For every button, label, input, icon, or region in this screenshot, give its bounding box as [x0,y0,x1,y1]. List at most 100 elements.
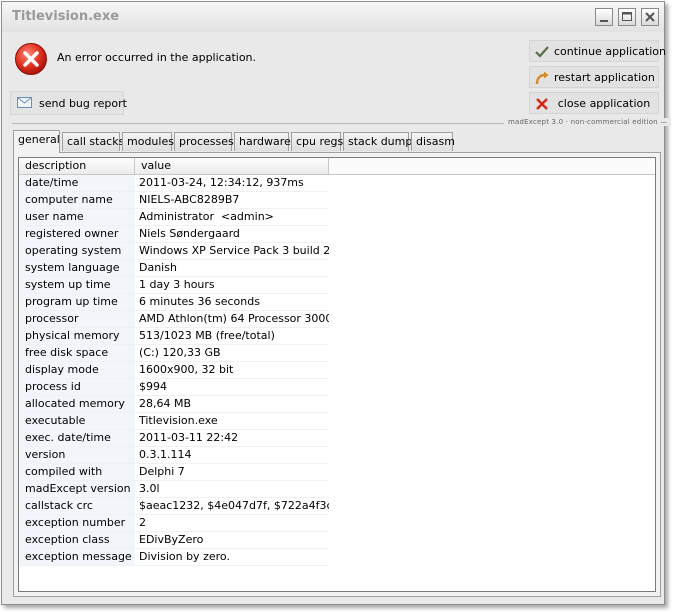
list-item[interactable]: exception number 2 [19,515,329,532]
row-value: Division by zero. [139,550,230,563]
close-application-button[interactable]: close application [529,92,659,114]
maximize-icon [622,12,632,21]
error-dialog: Titlevision.exe An error occurred in the… [1,1,672,605]
row-description: display mode [19,362,135,378]
send-bug-report-label: send bug report [39,97,127,110]
list-item[interactable]: free disk space (C:) 120,33 GB [19,345,329,362]
row-value: Delphi 7 [139,465,185,478]
list-item[interactable]: callstack crc $aeac1232, $4e047d7f, $722a… [19,498,329,515]
list-item[interactable]: processor AMD Athlon(tm) 64 Processor 300… [19,311,329,328]
row-description: operating system [19,243,135,259]
header-filler [329,158,655,175]
row-description: free disk space [19,345,135,361]
list-item[interactable]: operating system Windows XP Service Pack … [19,243,329,260]
list-item[interactable]: version 0.3.1.114 [19,447,329,464]
list-item[interactable]: system language Danish [19,260,329,277]
restart-arrow-icon [535,71,549,85]
close-window-button[interactable] [641,8,659,26]
list-item[interactable]: display mode 1600x900, 32 bit [19,362,329,379]
envelope-icon [17,97,32,108]
row-description: exception class [19,532,135,548]
list-item[interactable]: executable Titlevision.exe [19,413,329,430]
tab-processes[interactable]: processes [174,132,234,151]
red-x-icon [536,98,548,110]
row-value: 513/1023 MB (free/total) [139,329,275,342]
row-description: exception number [19,515,135,531]
list-item[interactable]: allocated memory 28,64 MB [19,396,329,413]
row-description: exception message [19,549,135,565]
list-item[interactable]: process id $994 [19,379,329,396]
list-item[interactable]: exception message Division by zero. [19,549,329,566]
list-item[interactable]: physical memory 513/1023 MB (free/total) [19,328,329,345]
list-item[interactable]: madExcept version 3.0l [19,481,329,498]
tab-hardware[interactable]: hardware [234,132,291,151]
tab-modules[interactable]: modules [122,132,174,151]
list-item[interactable]: user name Administrator <admin> [19,209,329,226]
continue-application-label: continue application [554,45,667,58]
list-rows: date/time 2011-03-24, 12:34:12, 937ms comp… [19,175,329,566]
row-value: (C:) 120,33 GB [139,346,221,359]
continue-application-button[interactable]: continue application [529,40,667,62]
row-value: 1 day 3 hours [139,278,215,291]
minimize-button[interactable] [595,8,613,26]
row-description: version [19,447,135,463]
row-description: user name [19,209,135,225]
general-info-list[interactable]: description value date/time 2011-03-24, 1… [18,157,656,592]
row-value: 6 minutes 36 seconds [139,295,260,308]
list-item[interactable]: system up time 1 day 3 hours [19,277,329,294]
list-item[interactable]: registered owner Niels Søndergaard [19,226,329,243]
row-value: Niels Søndergaard [139,227,240,240]
row-description: executable [19,413,135,429]
tab-call-stacks[interactable]: call stacks [62,132,124,151]
row-value: 28,64 MB [139,397,192,410]
row-description: madExcept version [19,481,135,497]
row-value: 2011-03-24, 12:34:12, 937ms [139,176,304,189]
row-value: Titlevision.exe [139,414,218,427]
row-description: compiled with [19,464,135,480]
row-value: Administrator <admin> [139,210,274,223]
restart-application-button[interactable]: restart application [529,66,659,88]
row-value: 2011-03-11 22:42 [139,431,239,444]
title-bar[interactable]: Titlevision.exe [2,2,664,32]
general-tab-panel: description value date/time 2011-03-24, 1… [13,152,661,597]
row-value: $994 [139,380,167,393]
tab-general[interactable]: general [13,130,60,153]
row-value: Windows XP Service Pack 3 build 2600 [139,244,329,257]
row-description: allocated memory [19,396,135,412]
row-description: callstack crc [19,498,135,514]
list-item[interactable]: computer name NIELS-ABC8289B7 [19,192,329,209]
row-description: physical memory [19,328,135,344]
row-value: $aeac1232, $4e047d7f, $722a4f3c [139,499,329,512]
column-header-value[interactable]: value [135,158,329,175]
maximize-button[interactable] [618,8,636,26]
row-value: 3.0l [139,482,160,495]
list-item[interactable]: exec. date/time 2011-03-11 22:42 [19,430,329,447]
list-item[interactable]: compiled with Delphi 7 [19,464,329,481]
row-description: process id [19,379,135,395]
column-header-description[interactable]: description [19,158,135,175]
row-description: program up time [19,294,135,310]
row-description: registered owner [19,226,135,242]
tab-disasm[interactable]: disasm [411,132,455,151]
minimize-icon [600,20,608,22]
tab-cpu-regs[interactable]: cpu regs [291,132,343,151]
checkmark-icon [535,46,549,58]
row-description: system up time [19,277,135,293]
tab-stack-dump[interactable]: stack dump [343,132,412,151]
row-description: processor [19,311,135,327]
list-item[interactable]: program up time 6 minutes 36 seconds [19,294,329,311]
edition-label: madExcept 3.0 · non-commercial edition — [504,118,672,126]
list-item[interactable]: date/time 2011-03-24, 12:34:12, 937ms [19,175,329,192]
row-value: AMD Athlon(tm) 64 Processor 3000+ [139,312,329,325]
row-value: NIELS-ABC8289B7 [139,193,240,206]
row-value: 0.3.1.114 [139,448,192,461]
list-header: description value [19,158,329,175]
window-title: Titlevision.exe [12,9,120,24]
error-icon [15,43,47,75]
list-item[interactable]: exception class EDivByZero [19,532,329,549]
row-value: 2 [139,516,146,529]
row-description: system language [19,260,135,276]
row-value: 1600x900, 32 bit [139,363,234,376]
row-description: computer name [19,192,135,208]
send-bug-report-button[interactable]: send bug report [10,91,127,115]
